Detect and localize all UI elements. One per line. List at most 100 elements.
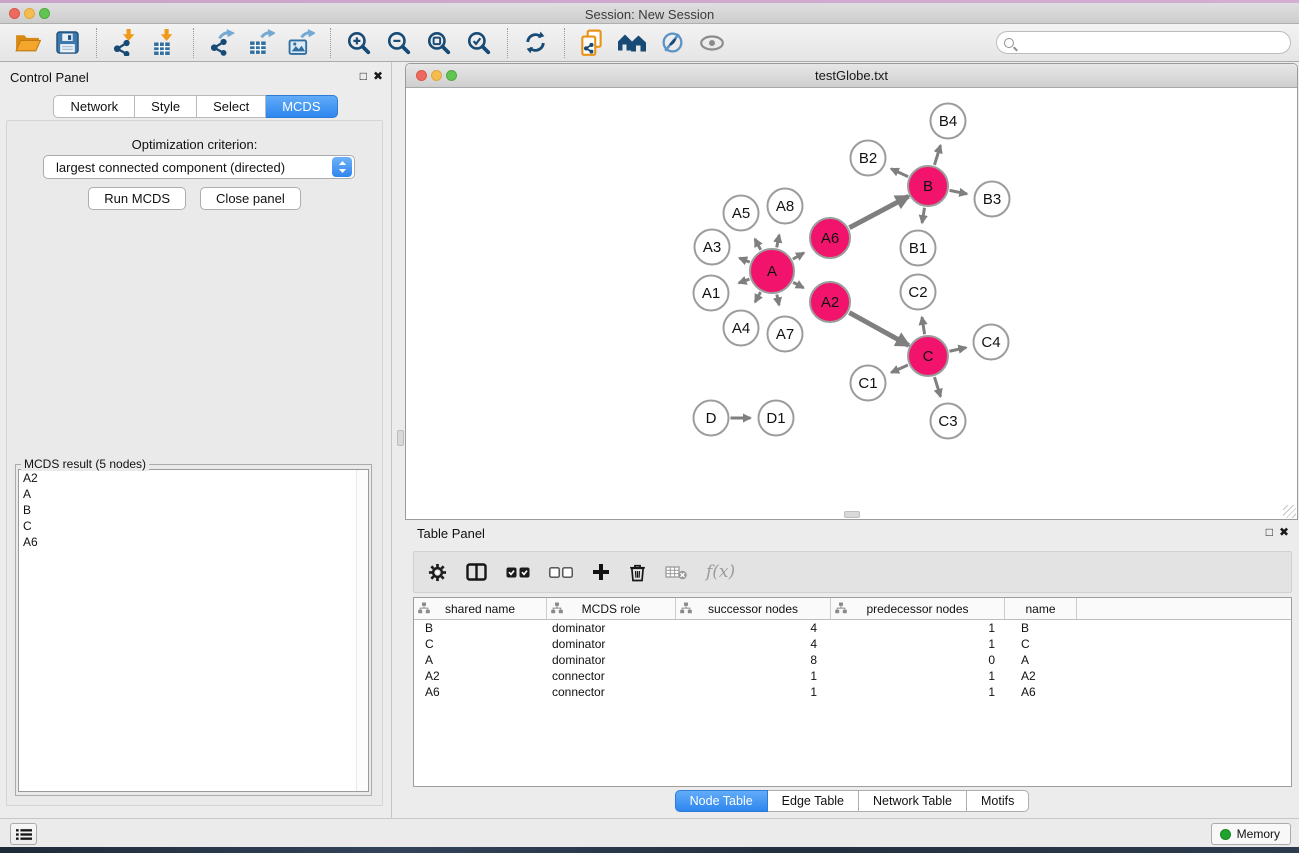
close-panel-icon[interactable]: ✖: [1279, 526, 1289, 538]
graph-node-A5[interactable]: A5: [724, 196, 759, 231]
graph-edge-A-A8[interactable]: [777, 235, 780, 248]
graph-edge-B-B3[interactable]: [950, 190, 967, 194]
graphics-details-icon[interactable]: [657, 27, 687, 59]
graph-edge-C-C1[interactable]: [891, 365, 908, 373]
export-table-icon[interactable]: [246, 27, 276, 59]
graph-node-D[interactable]: D: [694, 401, 729, 436]
mcds-result-item[interactable]: A: [19, 486, 368, 502]
table-row[interactable]: Bdominator41B: [414, 620, 1291, 636]
export-network-icon[interactable]: [206, 27, 236, 59]
mcds-result-item[interactable]: A6: [19, 534, 368, 550]
graph-node-A1[interactable]: A1: [694, 276, 729, 311]
graph-node-A[interactable]: A: [750, 249, 794, 293]
deselect-all-icon[interactable]: [549, 567, 573, 578]
float-panel-icon[interactable]: □: [1266, 526, 1273, 538]
export-image-icon[interactable]: [286, 27, 316, 59]
tab-mcds[interactable]: MCDS: [266, 95, 337, 118]
graph-node-A8[interactable]: A8: [768, 189, 803, 224]
column-header-shared-name[interactable]: shared name: [414, 598, 547, 619]
graph-node-D1[interactable]: D1: [759, 401, 794, 436]
import-table-icon[interactable]: [149, 27, 179, 59]
copy-network-icon[interactable]: [577, 27, 607, 59]
table-row[interactable]: Cdominator41C: [414, 636, 1291, 652]
graph-node-C3[interactable]: C3: [931, 404, 966, 439]
tab-network-table[interactable]: Network Table: [859, 790, 967, 812]
column-header-name[interactable]: name: [1005, 598, 1077, 619]
close-panel-button[interactable]: Close panel: [200, 187, 301, 210]
graph-node-A2[interactable]: A2: [810, 282, 850, 322]
mcds-result-item[interactable]: A2: [19, 470, 368, 486]
graph-edge-A-A2[interactable]: [793, 282, 803, 288]
graph-edge-A-A7[interactable]: [777, 295, 779, 306]
graph-node-B[interactable]: B: [908, 166, 948, 206]
save-session-icon[interactable]: [52, 27, 82, 59]
tab-node-table[interactable]: Node Table: [675, 790, 768, 812]
tab-select[interactable]: Select: [197, 95, 266, 118]
close-panel-icon[interactable]: ✖: [373, 70, 383, 82]
graph-edge-B-B2[interactable]: [891, 169, 908, 177]
open-session-icon[interactable]: [12, 27, 42, 59]
graph-node-B1[interactable]: B1: [901, 231, 936, 266]
graph-edge-C-C2[interactable]: [922, 317, 925, 334]
graph-node-C[interactable]: C: [908, 336, 948, 376]
network-graph[interactable]: B4 B2 B B3 A5 A8A6 B1 A3 A A1 C2 A4 A7A2 C C4 C1 C3 D D1: [406, 88, 1297, 518]
run-mcds-button[interactable]: Run MCDS: [88, 187, 186, 210]
graph-edge-B-B1[interactable]: [922, 208, 924, 223]
graph-node-A3[interactable]: A3: [695, 230, 730, 265]
table-row[interactable]: A6connector11A6: [414, 684, 1291, 700]
zoom-out-icon[interactable]: [383, 27, 413, 59]
column-view-icon[interactable]: [466, 563, 487, 581]
graph-node-C1[interactable]: C1: [851, 366, 886, 401]
memory-button[interactable]: Memory: [1211, 823, 1291, 845]
graph-edge-A-A3[interactable]: [739, 258, 749, 262]
tab-edge-table[interactable]: Edge Table: [768, 790, 859, 812]
network-canvas[interactable]: B4 B2 B B3 A5 A8A6 B1 A3 A A1 C2 A4 A7A2 C C4 C1 C3 D D1: [406, 88, 1297, 519]
graph-edge-A-A4[interactable]: [755, 292, 760, 302]
homes-icon[interactable]: [617, 27, 647, 59]
tab-network[interactable]: Network: [53, 95, 135, 118]
graph-node-A4[interactable]: A4: [724, 311, 759, 346]
zoom-selected-icon[interactable]: [463, 27, 493, 59]
graph-node-B3[interactable]: B3: [975, 182, 1010, 217]
graph-node-A7[interactable]: A7: [768, 317, 803, 352]
column-header-successor-nodes[interactable]: successor nodes: [676, 598, 831, 619]
zoom-fit-icon[interactable]: [423, 27, 453, 59]
add-column-icon[interactable]: [592, 563, 610, 581]
zoom-in-icon[interactable]: [343, 27, 373, 59]
search-input[interactable]: [1014, 36, 1290, 50]
graph-edge-A6-B[interactable]: [849, 196, 908, 227]
eye-icon[interactable]: [697, 27, 727, 59]
graph-node-B4[interactable]: B4: [931, 104, 966, 139]
task-history-button[interactable]: [10, 823, 37, 845]
split-divider-handle[interactable]: [397, 430, 404, 446]
mcds-result-item[interactable]: B: [19, 502, 368, 518]
graph-edge-C-C4[interactable]: [949, 348, 966, 352]
mcds-result-list[interactable]: A2ABCA6: [18, 469, 369, 792]
tab-style[interactable]: Style: [135, 95, 197, 118]
graph-edge-A2-C[interactable]: [849, 313, 908, 346]
graph-node-B2[interactable]: B2: [851, 141, 886, 176]
float-panel-icon[interactable]: □: [360, 70, 367, 82]
graph-edge-A-A6[interactable]: [793, 253, 804, 259]
scrollbar-track[interactable]: [356, 470, 368, 791]
refresh-layout-icon[interactable]: [520, 27, 550, 59]
trash-icon[interactable]: [629, 563, 646, 582]
graph-node-C2[interactable]: C2: [901, 275, 936, 310]
criterion-dropdown[interactable]: largest connected component (directed): [43, 155, 355, 179]
tab-motifs[interactable]: Motifs: [967, 790, 1029, 812]
table-row[interactable]: A2connector11A2: [414, 668, 1291, 684]
column-header-MCDS-role[interactable]: MCDS role: [547, 598, 676, 619]
select-all-icon[interactable]: [506, 567, 530, 578]
resize-grip-icon[interactable]: [1283, 505, 1296, 518]
graph-edge-A-A5[interactable]: [755, 239, 761, 250]
graph-edge-B-B4[interactable]: [934, 145, 940, 165]
column-header-predecessor-nodes[interactable]: predecessor nodes: [831, 598, 1005, 619]
graph-edge-A-A1[interactable]: [739, 279, 750, 283]
graph-node-A6[interactable]: A6: [810, 218, 850, 258]
graph-node-C4[interactable]: C4: [974, 325, 1009, 360]
split-divider-handle[interactable]: [844, 511, 860, 518]
search-field[interactable]: [996, 31, 1291, 54]
mcds-result-item[interactable]: C: [19, 518, 368, 534]
import-network-icon[interactable]: [109, 27, 139, 59]
table-row[interactable]: Adominator80A: [414, 652, 1291, 668]
